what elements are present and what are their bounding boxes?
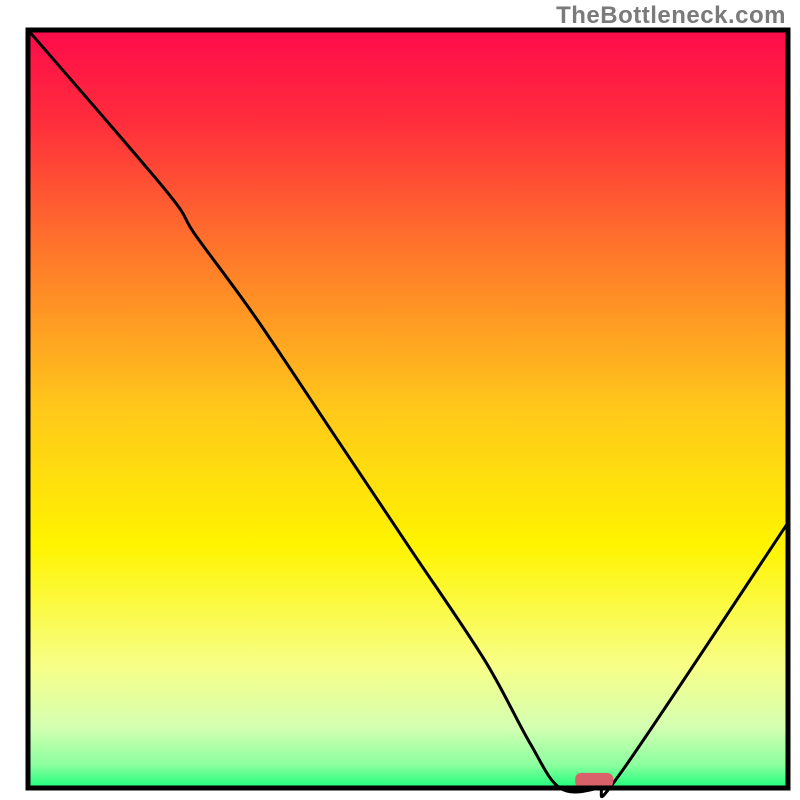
chart-container: TheBottleneck.com	[0, 0, 800, 800]
plot-background	[28, 30, 788, 788]
bottleneck-chart	[0, 0, 800, 800]
watermark-label: TheBottleneck.com	[556, 2, 786, 30]
